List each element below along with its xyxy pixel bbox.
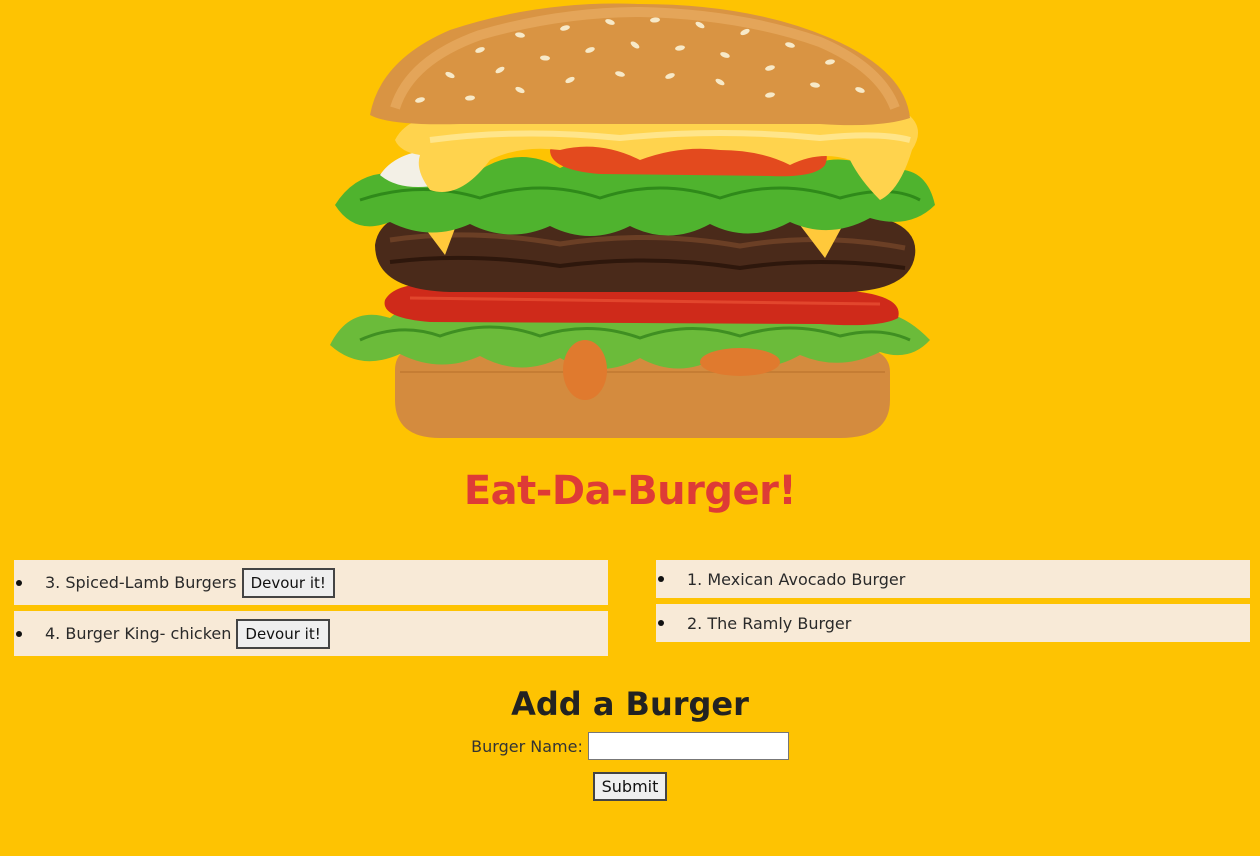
devour-button[interactable]: Devour it! xyxy=(241,567,335,598)
list-item: 1. Mexican Avocado Burger xyxy=(656,560,1250,598)
uneaten-burger-list: 3. Spiced-Lamb Burgers Devour it! 4. Bur… xyxy=(14,560,608,662)
list-item: 4. Burger King- chicken Devour it! xyxy=(14,611,608,656)
devour-button[interactable]: Devour it! xyxy=(236,618,330,649)
bullet-icon xyxy=(16,630,22,637)
list-item: 2. The Ramly Burger xyxy=(656,604,1250,642)
burger-name: 1. Mexican Avocado Burger xyxy=(687,569,906,589)
submit-row: Submit xyxy=(0,772,1260,801)
burger-name: 3. Spiced-Lamb Burgers xyxy=(45,573,237,592)
bullet-icon xyxy=(16,579,22,586)
submit-button[interactable]: Submit xyxy=(592,772,668,801)
burger-name-label: Burger Name: xyxy=(471,736,583,756)
bullet-icon xyxy=(658,576,664,582)
page-title: Eat-Da-Burger! xyxy=(463,468,797,514)
add-burger-form: Add a Burger Burger Name: Submit xyxy=(0,680,1260,801)
name-field-row: Burger Name: xyxy=(0,732,1260,760)
burger-name-input[interactable] xyxy=(587,732,789,760)
bullet-icon xyxy=(658,620,664,626)
list-item: 3. Spiced-Lamb Burgers Devour it! xyxy=(14,560,608,605)
devoured-burger-list: 1. Mexican Avocado Burger 2. The Ramly B… xyxy=(656,560,1250,648)
burger-name: 4. Burger King- chicken xyxy=(45,624,232,643)
burger-hero-image xyxy=(320,0,950,450)
burger-name: 2. The Ramly Burger xyxy=(687,613,852,633)
add-burger-heading: Add a Burger xyxy=(511,685,749,723)
